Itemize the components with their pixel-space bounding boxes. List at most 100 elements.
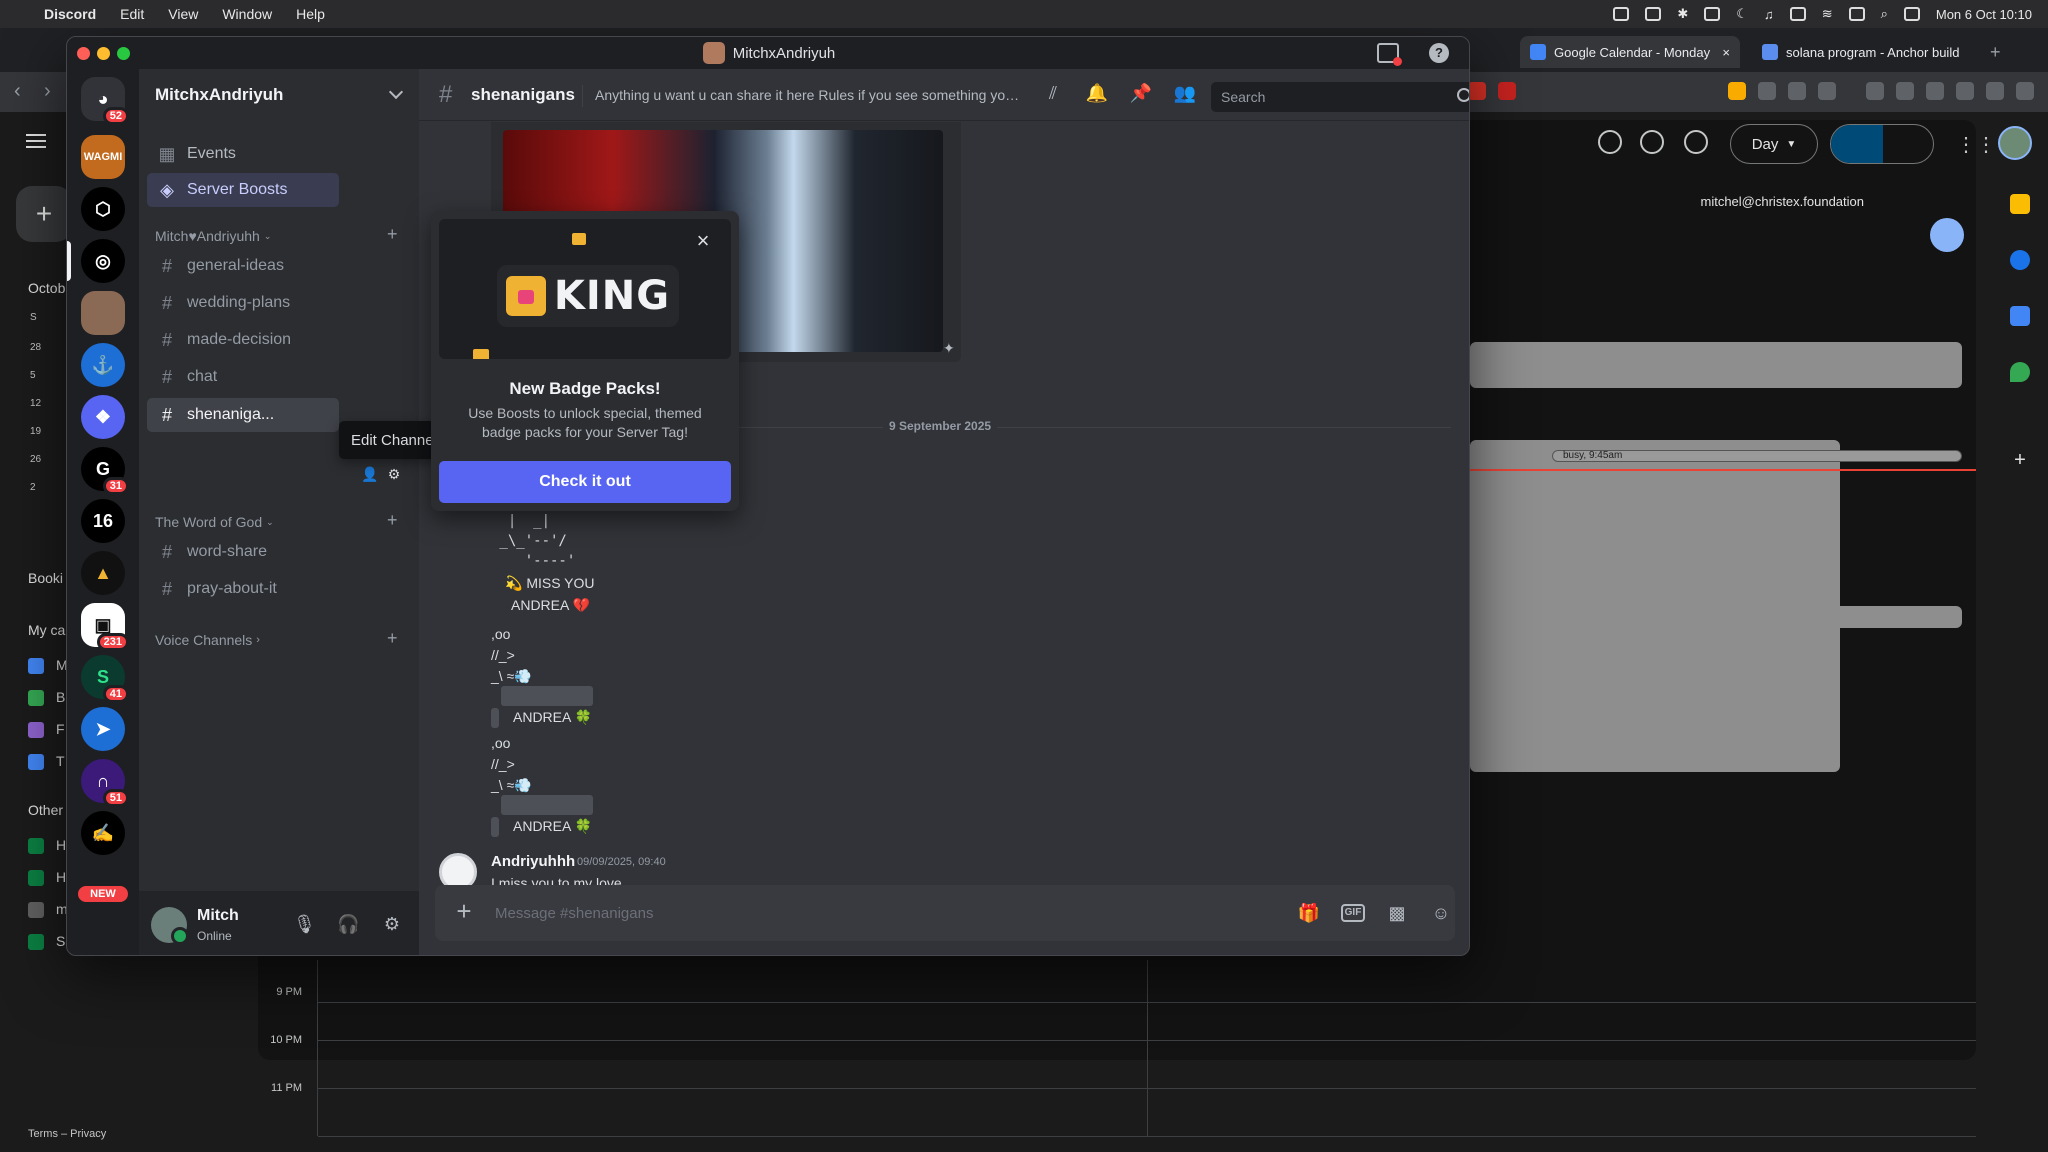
user-settings-gear-icon[interactable]: ⚙	[381, 913, 403, 935]
status-extension-icon[interactable]	[1613, 7, 1630, 21]
search-field[interactable]	[1211, 82, 1469, 112]
browser-menu-icon[interactable]	[2016, 82, 2034, 100]
main-menu-icon[interactable]	[26, 134, 46, 148]
message-author[interactable]: Andriyuhhh	[491, 853, 575, 870]
spoiler-block[interactable]	[501, 795, 593, 815]
server-icon-bubble[interactable]: ❖	[81, 395, 125, 439]
help-icon[interactable]: ?	[1429, 43, 1449, 63]
person-avatar-icon[interactable]	[1930, 218, 1964, 252]
mini-cal-day[interactable]: 26	[30, 454, 41, 465]
wallet-icon[interactable]	[1896, 82, 1914, 100]
extension-icon[interactable]	[1728, 82, 1746, 100]
create-event-button[interactable]: +	[16, 186, 72, 242]
extension-icon[interactable]	[1818, 82, 1836, 100]
mini-calendar-month[interactable]: Octob	[28, 280, 65, 296]
channel-general-ideas[interactable]: # general-ideas	[147, 249, 339, 283]
calendar-checkbox[interactable]	[28, 658, 44, 674]
vpn-shield-icon[interactable]	[1956, 82, 1974, 100]
microphone-icon[interactable]: 🎙	[293, 913, 316, 935]
menu-window[interactable]: Window	[222, 6, 272, 22]
menu-app-name[interactable]: Discord	[44, 6, 96, 22]
booking-pages-label[interactable]: Booki	[28, 570, 63, 586]
server-icon-anchor[interactable]: ⚓	[81, 343, 125, 387]
my-calendars-label[interactable]: My ca	[28, 622, 65, 638]
leo-icon[interactable]	[1986, 82, 2004, 100]
terms-privacy-links[interactable]: Terms – Privacy	[28, 1128, 106, 1140]
gift-icon[interactable]: 🎁	[1297, 901, 1321, 925]
message-input[interactable]	[495, 885, 1215, 941]
events-item[interactable]: ▦ Events	[147, 137, 339, 171]
mini-cal-day[interactable]: 12	[30, 398, 41, 409]
channel-word-share[interactable]: # word-share	[147, 535, 339, 569]
forward-icon[interactable]: ›	[44, 80, 51, 103]
menu-edit[interactable]: Edit	[120, 6, 144, 22]
user-name[interactable]: Mitch	[197, 907, 239, 925]
menubar-clock[interactable]: Mon 6 Oct 10:10	[1936, 7, 2032, 22]
calendar-event[interactable]	[1470, 342, 1962, 388]
search-input[interactable]	[1211, 82, 1469, 112]
brave-shield-icon[interactable]	[1468, 82, 1486, 100]
server-icon-mitchxandriyuh[interactable]	[81, 291, 125, 335]
attach-plus-icon[interactable]: +	[451, 898, 477, 925]
calendar-checkbox[interactable]	[28, 934, 44, 950]
create-channel-icon[interactable]: +	[387, 224, 398, 245]
member-list-icon[interactable]: 👥	[1173, 83, 1197, 107]
category-mitch-andriyuhh[interactable]: Mitch♥Andriyuhh ⌄	[155, 228, 271, 244]
server-icon-s[interactable]: S 41	[81, 655, 129, 703]
calendar-checkbox[interactable]	[28, 722, 44, 738]
notification-bell-icon[interactable]: 🔔	[1085, 83, 1109, 107]
headphones-icon[interactable]: ♫	[1764, 7, 1774, 22]
direct-messages-button[interactable]: ◕ 52	[81, 77, 129, 125]
maps-icon[interactable]	[2010, 362, 2030, 382]
spotlight-search-icon[interactable]: ⌕	[1881, 6, 1888, 22]
calendar-event[interactable]	[1470, 606, 1962, 628]
status-tool-icon[interactable]	[1704, 7, 1721, 21]
channel-chat[interactable]: # chat	[147, 360, 339, 394]
user-avatar[interactable]	[151, 907, 189, 945]
mini-cal-day[interactable]: 5	[30, 370, 36, 381]
server-header[interactable]: MitchxAndriyuh	[139, 69, 419, 121]
threads-icon[interactable]: ⫽	[1041, 83, 1065, 107]
busy-event[interactable]: busy, 9:45am	[1552, 450, 1962, 462]
check-it-out-button[interactable]: Check it out	[439, 461, 731, 503]
inbox-icon[interactable]	[1377, 43, 1402, 66]
extension-icon[interactable]	[1788, 82, 1806, 100]
google-apps-icon[interactable]: ⋮⋮	[1956, 132, 1996, 157]
new-tab-button[interactable]: +	[1980, 36, 2011, 68]
edit-channel-gear-icon[interactable]: ⚙	[385, 466, 403, 484]
server-icon-cube[interactable]: ⬡	[81, 187, 125, 231]
help-icon[interactable]	[1640, 130, 1664, 154]
invite-member-icon[interactable]: 👤	[361, 466, 379, 484]
battery-icon[interactable]	[1848, 7, 1865, 21]
headphones-icon[interactable]: 🎧	[337, 913, 359, 935]
server-icon-16[interactable]: 16	[81, 499, 125, 543]
tab-google-calendar[interactable]: Google Calendar - Monday ×	[1520, 36, 1740, 68]
gif-icon[interactable]: GIF	[1341, 904, 1365, 922]
control-center-icon[interactable]	[1903, 7, 1920, 21]
close-icon[interactable]: ×	[691, 229, 715, 253]
server-icon-magnet[interactable]: ∩ 51	[81, 759, 129, 807]
spoiler-block[interactable]	[501, 686, 593, 706]
keep-icon[interactable]	[2010, 194, 2030, 214]
menu-help[interactable]: Help	[296, 6, 325, 22]
calendar-checkbox[interactable]	[28, 902, 44, 918]
calendar-tasks-toggle[interactable]	[1830, 124, 1934, 164]
create-channel-icon[interactable]: +	[387, 628, 398, 649]
mini-cal-day[interactable]: 19	[30, 426, 41, 437]
settings-gear-icon[interactable]	[1684, 130, 1708, 154]
server-icon-wagmi[interactable]: WAGMI	[81, 135, 125, 179]
server-boosts-item[interactable]: ◈ Server Boosts	[147, 173, 339, 207]
calendar-checkbox[interactable]	[28, 690, 44, 706]
contacts-icon[interactable]	[2010, 306, 2030, 326]
brave-rewards-icon[interactable]	[1498, 82, 1516, 100]
bluetooth-icon[interactable]: ✱	[1677, 6, 1688, 22]
server-icon-bot[interactable]: ▣ 231	[81, 603, 129, 651]
spoiler-block[interactable]	[491, 817, 499, 837]
keyboard-icon[interactable]	[1789, 7, 1806, 21]
category-word-of-god[interactable]: The Word of God ⌄	[155, 514, 274, 530]
channel-made-decision[interactable]: # made-decision	[147, 323, 339, 357]
pinned-messages-icon[interactable]: 📌	[1129, 83, 1153, 107]
bookmark-star-icon[interactable]	[1926, 82, 1944, 100]
emoji-icon[interactable]: ☺	[1429, 901, 1453, 925]
view-select-dropdown[interactable]: Day ▼	[1730, 124, 1818, 164]
